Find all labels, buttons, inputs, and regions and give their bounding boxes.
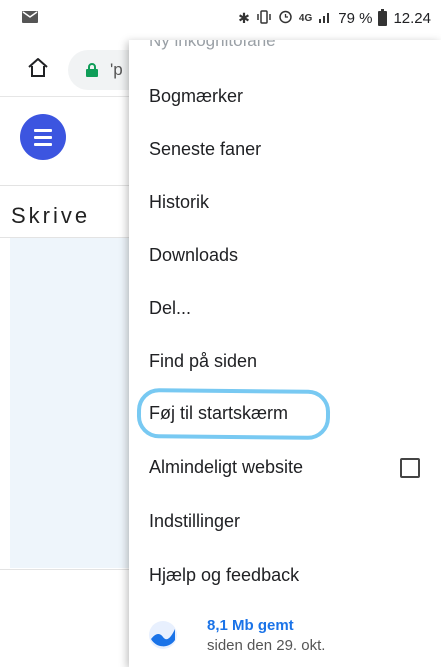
menu-item-bookmarks[interactable]: Bogmærker <box>129 72 441 122</box>
network-4g-icon: 4G <box>298 12 313 24</box>
desktop-site-checkbox[interactable] <box>400 458 420 478</box>
vibrate-icon <box>256 9 272 27</box>
menu-item-history[interactable]: Historik <box>129 178 441 228</box>
alarm-icon <box>278 9 293 27</box>
battery-percent: 79 % <box>338 9 373 27</box>
menu-item-recent-tabs[interactable]: Seneste faner <box>129 125 441 175</box>
clock: 12.24 <box>393 9 431 27</box>
menu-line <box>34 143 52 146</box>
hamburger-menu-button[interactable] <box>20 114 66 160</box>
page-title: Skrive <box>11 203 91 228</box>
data-saver-footer[interactable]: 8,1 Mb gemt siden den 29. okt. <box>129 612 441 667</box>
signal-icon <box>318 10 332 27</box>
menu-item-label: Indstillinger <box>149 511 241 531</box>
menu-item-new-incognito-tab[interactable]: Ny inkognitofane <box>149 40 276 51</box>
menu-item-help-feedback[interactable]: Hjælp og feedback <box>129 551 441 601</box>
status-bar: ✱ 4G 79 % 12.24 <box>0 0 441 40</box>
url-text: 'p <box>110 60 123 79</box>
menu-item-label: Bogmærker <box>149 86 244 106</box>
status-icons: ✱ 4G 79 % 12.24 <box>238 8 431 27</box>
browser-overflow-menu: Ny inkognitofane Bogmærker Seneste faner… <box>129 40 441 667</box>
data-saver-icon <box>148 620 178 655</box>
menu-item-find-in-page[interactable]: Find på siden <box>129 337 441 387</box>
menu-item-share[interactable]: Del... <box>129 284 441 334</box>
battery-icon <box>378 8 388 26</box>
lock-icon <box>86 63 98 82</box>
annotation-highlight <box>136 387 331 441</box>
menu-item-label: Hjælp og feedback <box>149 565 300 585</box>
menu-item-desktop-site[interactable]: Almindeligt website <box>129 443 441 493</box>
mail-icon <box>22 10 38 28</box>
home-icon[interactable] <box>26 56 50 85</box>
data-saved-amount: 8,1 Mb gemt <box>207 617 294 634</box>
data-saved-since: siden den 29. okt. <box>207 637 326 654</box>
menu-line <box>34 129 52 132</box>
menu-item-label: Almindeligt website <box>149 457 304 477</box>
menu-item-label: Historik <box>149 192 210 212</box>
menu-item-downloads[interactable]: Downloads <box>129 231 441 281</box>
menu-line <box>34 136 52 139</box>
menu-item-label: Downloads <box>149 245 239 265</box>
menu-item-label: Seneste faner <box>149 139 262 159</box>
bluetooth-icon: ✱ <box>238 9 250 26</box>
menu-item-settings[interactable]: Indstillinger <box>129 497 441 547</box>
menu-item-label: Find på siden <box>149 351 258 371</box>
menu-item-label: Del... <box>149 298 192 318</box>
